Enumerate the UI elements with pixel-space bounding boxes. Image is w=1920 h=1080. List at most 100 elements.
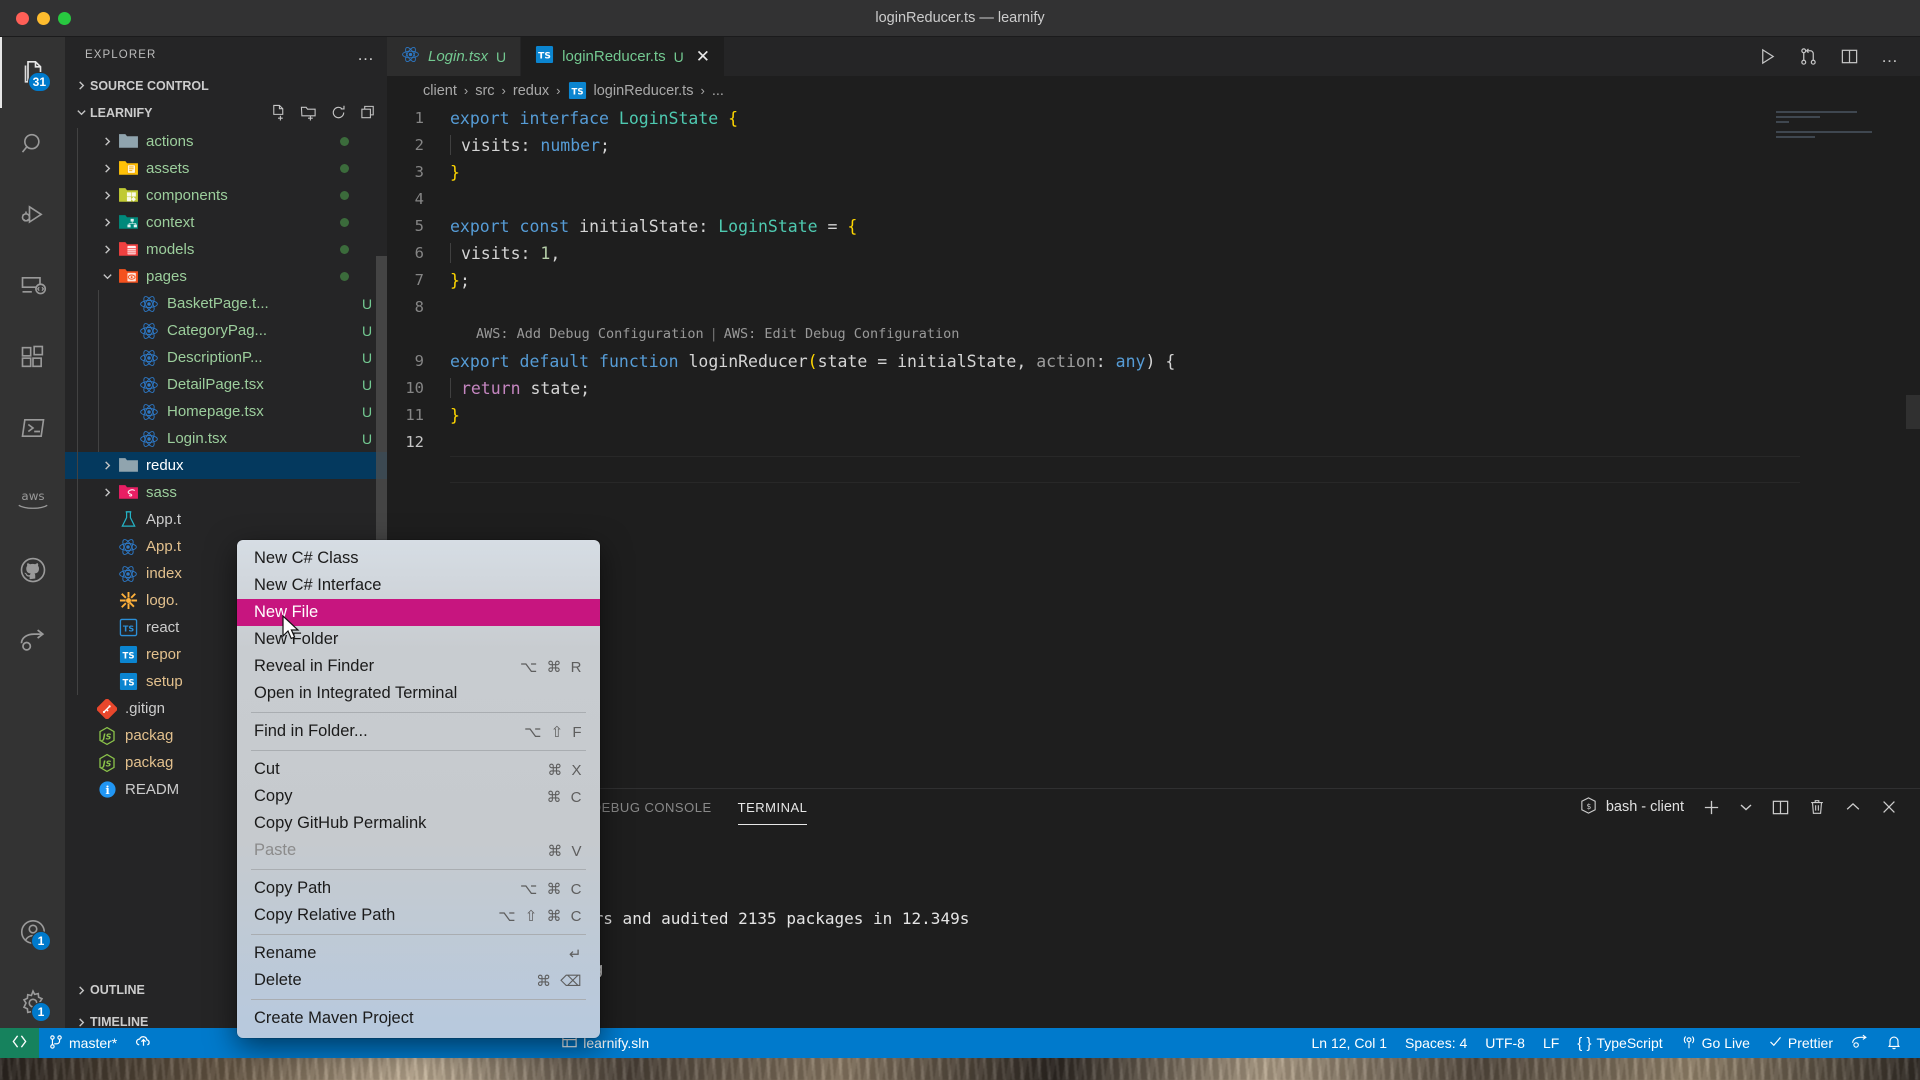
tree-folder-pages[interactable]: pages [65, 263, 387, 290]
trash-icon[interactable] [1808, 798, 1826, 816]
tree-folder-actions[interactable]: actions [65, 128, 387, 155]
split-editor-icon[interactable] [1840, 47, 1859, 66]
tree-file-login-tsx[interactable]: Login.tsx U [65, 425, 387, 452]
tree-folder-components[interactable]: components [65, 182, 387, 209]
code-line[interactable]: 5 export const initialState: LoginState =… [387, 213, 1920, 240]
breadcrumb-item[interactable]: ... [712, 83, 724, 99]
new-folder-icon[interactable] [300, 104, 317, 121]
codelens-add-debug-config[interactable]: AWS: Add Debug Configuration [476, 321, 704, 348]
close-icon[interactable] [1880, 798, 1898, 816]
source-control-compare-icon[interactable] [1799, 47, 1818, 66]
codelens-edit-debug-config[interactable]: AWS: Edit Debug Configuration [724, 321, 960, 348]
context-menu-item-copy-github-permalink[interactable]: Copy GitHub Permalink [237, 810, 600, 837]
code-line[interactable]: 10 return state; [387, 375, 1920, 402]
status-branch[interactable]: master* [39, 1028, 126, 1058]
chevron-right-icon[interactable] [98, 136, 116, 147]
close-window-button[interactable] [16, 11, 29, 25]
activity-item-accounts[interactable]: 1 [0, 896, 65, 967]
status-language-mode[interactable]: { } TypeScript [1568, 1028, 1671, 1058]
minimize-window-button[interactable] [37, 11, 50, 25]
status-indentation[interactable]: Spaces: 4 [1396, 1028, 1476, 1058]
more-actions-icon[interactable]: … [1881, 48, 1898, 65]
chevron-down-icon[interactable] [98, 271, 116, 282]
status-notifications[interactable] [1877, 1028, 1920, 1058]
code-line[interactable]: 4 [387, 186, 1920, 213]
context-menu-item-new-file[interactable]: New File [237, 599, 600, 626]
tree-file-basketpage-t[interactable]: BasketPage.t... U [65, 290, 387, 317]
context-menu-item-copy-relative-path[interactable]: Copy Relative Path ⌥ ⇧ ⌘ C [237, 902, 600, 929]
chevron-up-icon[interactable] [1844, 798, 1862, 816]
collapse-all-icon[interactable] [360, 104, 377, 121]
code-line[interactable]: 11} [387, 402, 1920, 429]
context-menu-item-reveal-in-finder[interactable]: Reveal in Finder ⌥ ⌘ R [237, 653, 600, 680]
code-line[interactable]: 1 export interface LoginState { [387, 105, 1920, 132]
code-line[interactable]: 2 visits: number; [387, 132, 1920, 159]
explorer-more-actions-icon[interactable]: … [357, 46, 375, 63]
status-remote-host[interactable] [0, 1028, 39, 1058]
tree-folder-assets[interactable]: assets [65, 155, 387, 182]
tree-file-homepage-tsx[interactable]: Homepage.tsx U [65, 398, 387, 425]
context-menu-item-cut[interactable]: Cut ⌘ X [237, 756, 600, 783]
status-encoding[interactable]: UTF-8 [1476, 1028, 1534, 1058]
chevron-right-icon[interactable] [98, 460, 116, 471]
tree-folder-sass[interactable]: sass [65, 479, 387, 506]
code-line[interactable]: 6 visits: 1, [387, 240, 1920, 267]
new-file-icon[interactable] [270, 104, 287, 121]
tree-file-app-t[interactable]: App.t [65, 506, 387, 533]
tab-login-tsx[interactable]: Login.tsx U [387, 37, 522, 76]
tree-file-categorypag[interactable]: CategoryPag... U [65, 317, 387, 344]
tree-folder-models[interactable]: models [65, 236, 387, 263]
chevron-right-icon[interactable] [98, 217, 116, 228]
chevron-right-icon[interactable] [98, 190, 116, 201]
panel-tab-debug-console[interactable]: DEBUG CONSOLE [592, 789, 712, 825]
breadcrumb-item[interactable]: loginReducer.ts [594, 83, 694, 99]
sidebar-scrollbar[interactable] [376, 256, 387, 586]
context-menu-item-open-in-integrated-terminal[interactable]: Open in Integrated Terminal [237, 680, 600, 707]
activity-item-aws[interactable]: aws [0, 463, 65, 534]
code-line[interactable]: 12 [387, 429, 1920, 456]
activity-item-extensions[interactable] [0, 321, 65, 392]
context-menu-item-copy[interactable]: Copy ⌘ C [237, 783, 600, 810]
refresh-icon[interactable] [330, 104, 347, 121]
status-sync-changes[interactable] [126, 1028, 161, 1058]
context-menu-item-find-in-folder[interactable]: Find in Folder... ⌥ ⇧ F [237, 718, 600, 745]
context-menu-item-delete[interactable]: Delete ⌘ ⌫ [237, 967, 600, 994]
chevron-down-icon[interactable] [1739, 800, 1753, 814]
minimap[interactable] [1776, 111, 1906, 157]
context-menu-item-new-c-class[interactable]: New C# Class [237, 545, 600, 572]
chevron-right-icon[interactable] [98, 244, 116, 255]
breadcrumb-item[interactable]: client [423, 83, 457, 99]
status-cursor-position[interactable]: Ln 12, Col 1 [1303, 1028, 1397, 1058]
split-terminal-icon[interactable] [1771, 798, 1790, 817]
code-line[interactable]: 8 [387, 294, 1920, 321]
code-line[interactable]: 3} [387, 159, 1920, 186]
activity-item-search[interactable] [0, 108, 65, 179]
tree-folder-redux[interactable]: redux [65, 452, 387, 479]
add-terminal-icon[interactable] [1702, 798, 1721, 817]
tree-file-detailpage-tsx[interactable]: DetailPage.tsx U [65, 371, 387, 398]
chevron-right-icon[interactable] [98, 487, 116, 498]
context-menu-item-create-maven-project[interactable]: Create Maven Project [237, 1005, 600, 1032]
activity-item-explorer[interactable]: 31 [0, 37, 65, 108]
status-eol[interactable]: LF [1534, 1028, 1568, 1058]
context-menu-item-new-c-interface[interactable]: New C# Interface [237, 572, 600, 599]
activity-item-remote-explorer[interactable] [0, 250, 65, 321]
run-icon[interactable] [1758, 47, 1777, 66]
code-line[interactable]: 7}; [387, 267, 1920, 294]
sidebar-section-source-control[interactable]: SOURCE CONTROL [65, 72, 387, 99]
chevron-right-icon[interactable] [98, 163, 116, 174]
close-icon[interactable]: ✕ [696, 48, 710, 65]
sidebar-section-learnify[interactable]: LEARNIFY [65, 99, 387, 126]
maximize-window-button[interactable] [58, 11, 71, 25]
activity-item-github[interactable] [0, 534, 65, 605]
terminal-selector[interactable]: $ bash - client [1579, 796, 1684, 819]
terminal-output[interactable]: s from 24 contributors and audited 2135 … [387, 825, 1920, 1038]
tree-folder-context[interactable]: context [65, 209, 387, 236]
panel-tab-terminal[interactable]: TERMINAL [737, 789, 808, 825]
tree-file-descriptionp[interactable]: DescriptionP... U [65, 344, 387, 371]
tab-loginreducer-ts[interactable]: TS loginReducer.ts U ✕ [521, 37, 725, 76]
activity-item-run-and-debug[interactable] [0, 179, 65, 250]
status-go-live[interactable]: Go Live [1672, 1028, 1759, 1058]
activity-item-powershell[interactable] [0, 392, 65, 463]
context-menu-item-copy-path[interactable]: Copy Path ⌥ ⌘ C [237, 875, 600, 902]
